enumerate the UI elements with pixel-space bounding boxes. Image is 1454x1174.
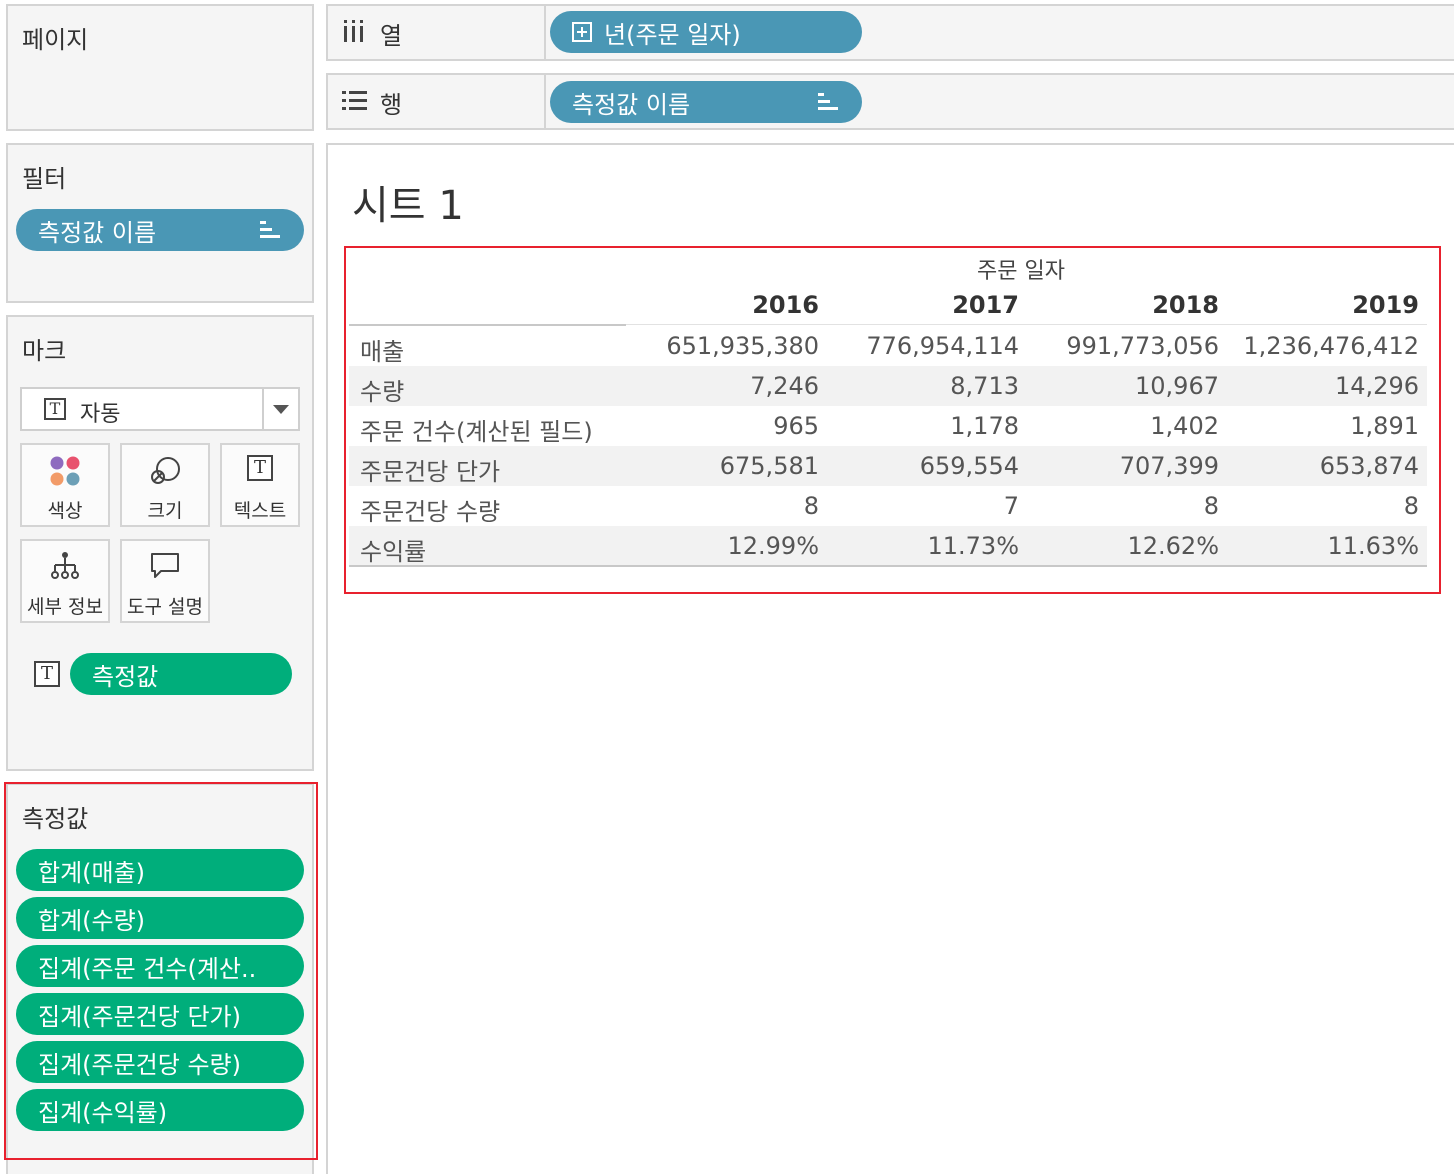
filters-panel: 필터 측정값 이름 bbox=[6, 143, 314, 303]
mark-type-dropdown[interactable]: T 자동 bbox=[20, 387, 300, 431]
detail-button[interactable]: 세부 정보 bbox=[20, 539, 110, 623]
columns-pill-year[interactable]: 년(주문 일자) bbox=[550, 11, 862, 53]
sort-icon bbox=[818, 93, 838, 111]
text-encoding-label: 측정값 bbox=[92, 662, 159, 691]
text-encoding-pill[interactable]: 측정값 bbox=[70, 653, 292, 695]
columns-pill-label: 년(주문 일자) bbox=[604, 20, 741, 49]
measure-values-highlight bbox=[4, 782, 318, 1160]
expand-icon bbox=[572, 22, 592, 42]
crosstab-highlight bbox=[344, 246, 1441, 594]
rows-shelf[interactable]: 행 측정값 이름 bbox=[326, 73, 1454, 130]
text-encoding-icon: T bbox=[34, 661, 60, 687]
sheet-title: 시트 1 bbox=[352, 183, 464, 229]
columns-icon bbox=[344, 20, 363, 42]
filter-pill-measure-names[interactable]: 측정값 이름 bbox=[16, 209, 304, 251]
filter-pill-label: 측정값 이름 bbox=[38, 218, 157, 247]
size-button[interactable]: 크기 bbox=[120, 443, 210, 527]
text-label: 텍스트 bbox=[233, 500, 287, 522]
columns-label: 열 bbox=[380, 22, 403, 50]
color-label: 색상 bbox=[47, 500, 83, 522]
rows-label: 행 bbox=[380, 91, 403, 119]
sort-icon bbox=[260, 221, 280, 239]
size-label: 크기 bbox=[147, 500, 183, 522]
marks-panel: 마크 T 자동 색상 크기 T 텍스트 세부 정보 도구 설명 T 측정값 bbox=[6, 315, 314, 771]
mark-type-label: 자동 bbox=[80, 402, 121, 427]
pages-title: 페이지 bbox=[22, 26, 89, 54]
columns-shelf[interactable]: 열 년(주문 일자) bbox=[326, 4, 1454, 61]
chevron-down-icon bbox=[273, 405, 289, 414]
pages-panel: 페이지 bbox=[6, 4, 314, 131]
color-button[interactable]: 색상 bbox=[20, 443, 110, 527]
text-mark-icon: T bbox=[44, 398, 66, 420]
detail-label: 세부 정보 bbox=[27, 596, 103, 618]
text-icon: T bbox=[247, 455, 273, 481]
text-button[interactable]: T 텍스트 bbox=[220, 443, 300, 527]
rows-pill-measure-names[interactable]: 측정값 이름 bbox=[550, 81, 862, 123]
tooltip-label: 도구 설명 bbox=[127, 596, 203, 618]
tooltip-button[interactable]: 도구 설명 bbox=[120, 539, 210, 623]
detail-icon bbox=[51, 552, 79, 579]
tooltip-icon bbox=[151, 553, 179, 578]
color-icon bbox=[50, 456, 80, 486]
filters-title: 필터 bbox=[22, 165, 67, 193]
rows-icon bbox=[342, 91, 367, 110]
size-icon bbox=[151, 457, 180, 484]
rows-pill-label: 측정값 이름 bbox=[572, 90, 691, 119]
marks-title: 마크 bbox=[22, 337, 67, 365]
